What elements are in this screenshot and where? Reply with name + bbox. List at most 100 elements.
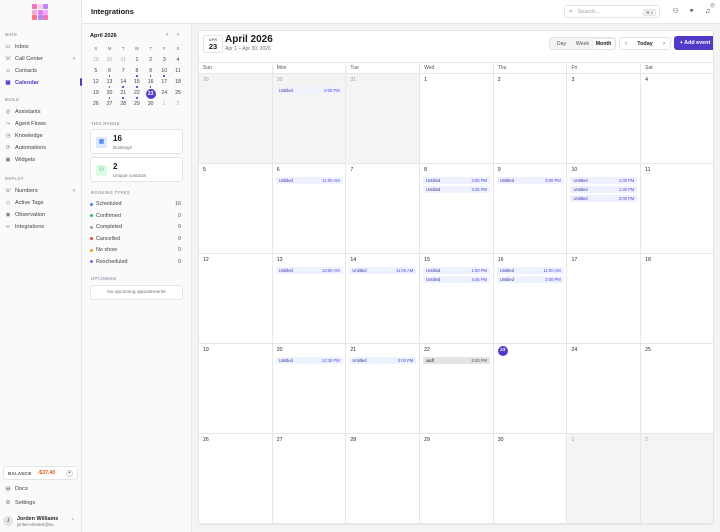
calendar-event[interactable]: Untitled 1:00 PM xyxy=(570,177,638,184)
mini-day[interactable]: 4 xyxy=(171,56,185,67)
mini-day[interactable]: 30 xyxy=(144,100,158,111)
sidebar-item-docs[interactable]: ▤ Docs xyxy=(3,484,79,494)
view-week-button[interactable]: Week xyxy=(572,39,593,49)
day-cell[interactable]: 18 xyxy=(641,254,713,343)
mini-day[interactable]: 11 xyxy=(171,67,185,78)
day-cell[interactable]: 15 Untitled 1:00 PM Untitled 4:45 PM xyxy=(420,254,494,343)
mini-day[interactable]: 14 xyxy=(116,78,130,89)
calendar-event[interactable]: Untitled 11:00 AM xyxy=(275,177,343,184)
booking-type-completed[interactable]: Completed 0 xyxy=(90,222,183,232)
sidebar-item-integrations[interactable]: ∞ Integrations xyxy=(3,222,79,232)
mini-day[interactable]: 1 xyxy=(157,100,171,111)
mini-day[interactable]: 22 xyxy=(130,89,144,100)
mini-day[interactable]: 28 xyxy=(116,100,130,111)
mini-day[interactable]: 3 xyxy=(157,56,171,67)
sidebar-item-automations[interactable]: ⟳ Automations xyxy=(3,143,79,153)
mini-day[interactable]: 17 xyxy=(157,78,171,89)
mini-day[interactable]: 29 xyxy=(89,56,103,67)
mini-day[interactable]: 12 xyxy=(89,78,103,89)
day-cell[interactable]: 3 xyxy=(567,74,642,163)
day-cell[interactable]: 6 Untitled 11:00 AM xyxy=(273,164,347,253)
day-cell[interactable]: 21 Untitled 3:00 PM xyxy=(346,344,421,433)
day-cell[interactable]: 30 xyxy=(494,434,568,523)
next-icon[interactable]: › xyxy=(658,41,670,47)
calendar-event[interactable]: Untitled 3:00 PM xyxy=(423,177,491,184)
sidebar-item-inbox[interactable]: ▭ Inbox xyxy=(3,42,79,52)
mini-day[interactable]: 15 xyxy=(130,78,144,89)
calendar-event[interactable]: Untitled 10:00 AM xyxy=(275,267,343,274)
mini-day[interactable]: 30 xyxy=(103,56,117,67)
day-cell[interactable]: 9 Untitled 3:00 PM xyxy=(494,164,568,253)
view-day-button[interactable]: Day xyxy=(551,39,572,49)
calendar-event[interactable]: Untitled 4:45 PM xyxy=(423,186,491,193)
day-cell[interactable]: 17 xyxy=(567,254,642,343)
day-cell[interactable]: 26 xyxy=(199,434,273,523)
sidebar-item-observation[interactable]: ◉ Observation xyxy=(3,210,79,220)
mini-day[interactable]: 16 xyxy=(144,78,158,89)
mini-day[interactable]: 31 xyxy=(116,56,130,67)
calendar-event[interactable]: Untitled 3:00 PM xyxy=(496,276,564,283)
day-cell[interactable]: 4 xyxy=(641,74,713,163)
booking-type-no-show[interactable]: No show 0 xyxy=(90,245,183,255)
people-icon[interactable]: ⚇ xyxy=(671,7,680,16)
day-cell[interactable]: 5 xyxy=(199,164,273,253)
day-cell[interactable]: 2 xyxy=(641,434,713,523)
day-cell[interactable]: 19 xyxy=(199,344,273,433)
mini-next-icon[interactable]: › xyxy=(177,32,179,38)
mini-day[interactable]: 5 xyxy=(89,67,103,78)
mini-day[interactable]: 6 xyxy=(103,67,117,78)
mini-day[interactable]: 27 xyxy=(103,100,117,111)
calendar-event[interactable]: Untitled 3:00 PM xyxy=(349,357,417,364)
day-cell[interactable]: 25 xyxy=(641,344,713,433)
day-cell[interactable]: 13 Untitled 10:00 AM xyxy=(273,254,347,343)
mini-day[interactable]: 25 xyxy=(171,89,185,100)
mini-day[interactable]: 19 xyxy=(89,89,103,100)
prev-icon[interactable]: ‹ xyxy=(620,41,632,47)
mini-day[interactable]: 13 xyxy=(103,78,117,89)
app-logo[interactable] xyxy=(32,4,48,20)
sidebar-item-calendar[interactable]: ▦ Calendar xyxy=(3,78,79,88)
mini-day[interactable]: 1 xyxy=(130,56,144,67)
day-cell-today[interactable]: 23 xyxy=(494,344,568,433)
mini-day[interactable]: 8 xyxy=(130,67,144,78)
today-button[interactable]: Today xyxy=(632,41,658,47)
calendar-event[interactable]: Untitled 3:00 PM xyxy=(496,177,564,184)
booking-type-scheduled[interactable]: Scheduled 16 xyxy=(90,199,183,209)
sidebar-item-agent-flows[interactable]: ⤳ Agent Flows xyxy=(3,119,79,129)
mini-day[interactable]: 9 xyxy=(144,67,158,78)
day-cell[interactable]: 1 xyxy=(420,74,494,163)
sidebar-item-contacts[interactable]: ☺ Contacts xyxy=(3,66,79,76)
day-cell[interactable]: 27 xyxy=(273,434,347,523)
mini-day[interactable]: 24 xyxy=(157,89,171,100)
calendar-event[interactable]: Untitled 12:30 PM xyxy=(275,357,343,364)
mini-day-today[interactable]: 23 xyxy=(144,89,158,100)
sidebar-item-call-center[interactable]: ☏ Call Center › xyxy=(3,54,79,64)
link-icon[interactable]: ⚭ xyxy=(687,7,696,16)
day-cell[interactable]: 10 Untitled 1:00 PM Untitled 1:30 PM Untitled… xyxy=(567,164,642,253)
sidebar-item-assistants[interactable]: ◎ Assistants xyxy=(3,107,79,117)
day-cell[interactable]: 22 asdf 5:00 PM xyxy=(420,344,494,433)
mini-day[interactable]: 21 xyxy=(116,89,130,100)
mini-day[interactable]: 2 xyxy=(171,100,185,111)
calendar-event[interactable]: Untitled 11:00 AM xyxy=(349,267,417,274)
view-month-button[interactable]: Month xyxy=(593,38,614,49)
sidebar-item-widgets[interactable]: ▣ Widgets xyxy=(3,155,79,165)
day-cell[interactable]: 8 Untitled 3:00 PM Untitled 4:45 PM xyxy=(420,164,494,253)
day-cell[interactable]: 12 xyxy=(199,254,273,343)
mini-prev-icon[interactable]: ‹ xyxy=(166,32,168,38)
day-cell[interactable]: 29 xyxy=(420,434,494,523)
mini-day[interactable]: 26 xyxy=(89,100,103,111)
calendar-event[interactable]: Untitled 1:00 PM xyxy=(423,267,491,274)
sidebar-item-knowledge[interactable]: ◷ Knowledge xyxy=(3,131,79,141)
sidebar-item-numbers[interactable]: ☏ Numbers › xyxy=(3,186,79,196)
day-cell[interactable]: 24 xyxy=(567,344,642,433)
add-event-button[interactable]: + Add event xyxy=(674,36,713,50)
mini-day[interactable]: 2 xyxy=(144,56,158,67)
calendar-event[interactable]: Untitled 1:30 PM xyxy=(570,186,638,193)
day-cell[interactable]: 16 Untitled 11:00 AM Untitled 3:00 PM xyxy=(494,254,568,343)
bell-icon[interactable]: ♫ xyxy=(703,7,712,16)
booking-type-cancelled[interactable]: Cancelled 0 xyxy=(90,234,183,244)
calendar-event[interactable]: Untitled 3:00 PM xyxy=(570,195,638,202)
calendar-event[interactable]: Untitled 4:45 PM xyxy=(423,276,491,283)
day-cell[interactable]: 29 xyxy=(199,74,273,163)
